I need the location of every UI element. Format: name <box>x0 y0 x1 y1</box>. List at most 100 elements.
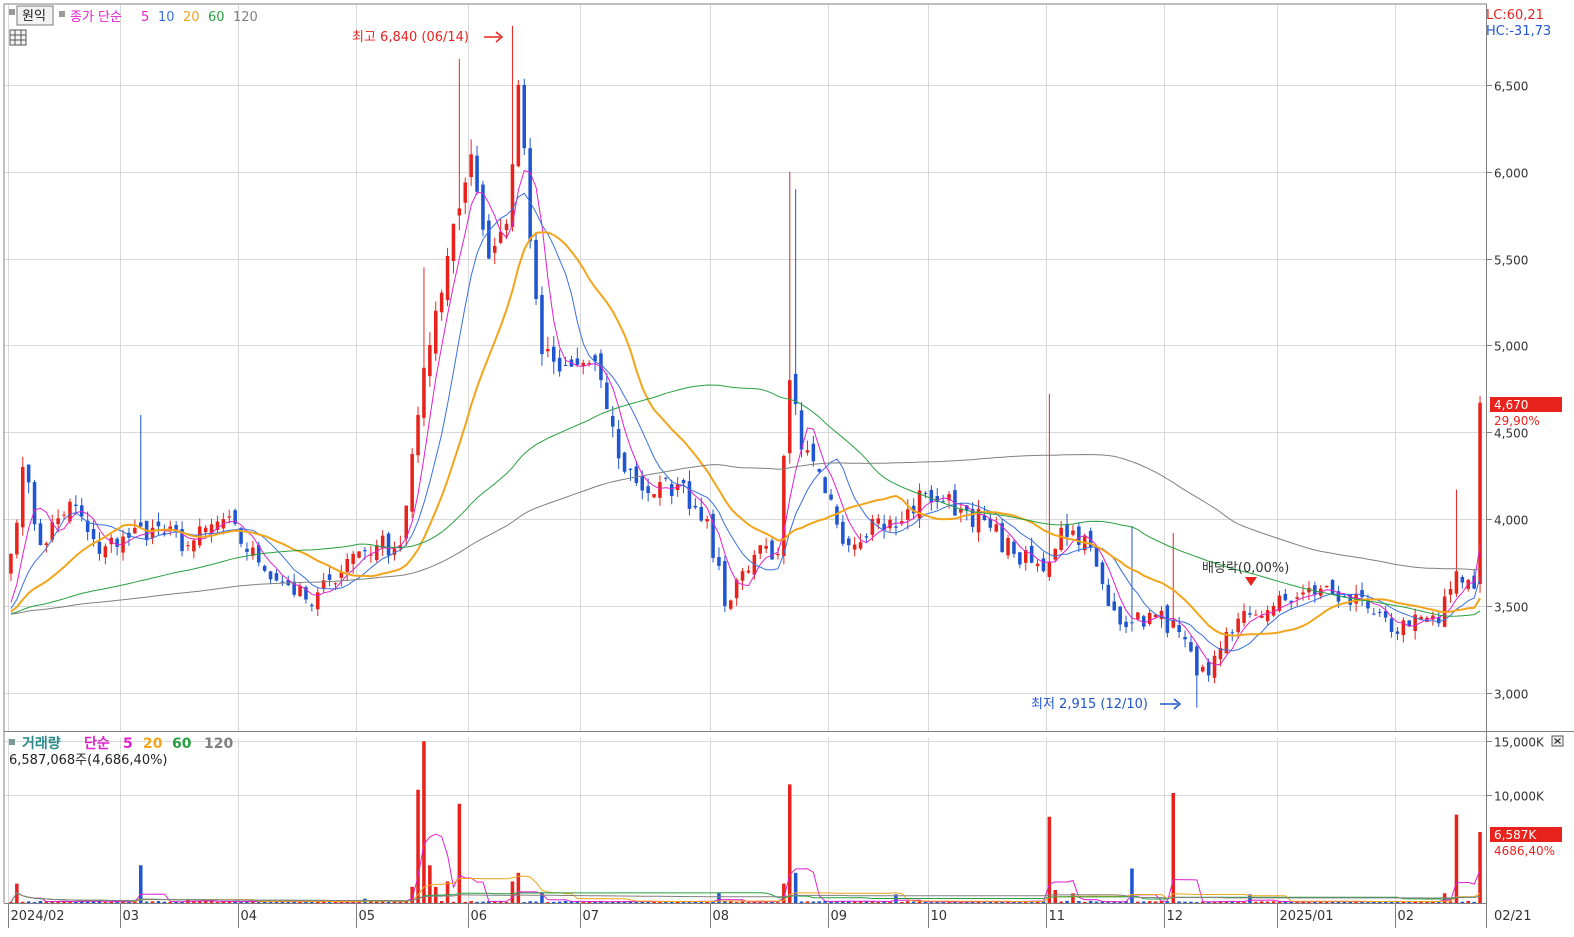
candle-body <box>994 524 999 532</box>
date-tick-label: 11 <box>1049 909 1066 924</box>
candle-body <box>103 546 108 558</box>
low-annotation-label: 최저 2,915 (12/10) <box>1031 697 1148 712</box>
candle-body <box>516 84 521 167</box>
candle-body <box>640 476 645 491</box>
candle-body <box>1189 642 1193 652</box>
volume-bar <box>457 803 462 903</box>
candle-body <box>351 553 355 564</box>
candle-body <box>203 527 208 533</box>
volume-bar <box>905 901 910 903</box>
candle-body <box>386 533 391 556</box>
volume-bar <box>268 902 273 904</box>
ma-period-5[interactable]: 5 <box>141 10 149 25</box>
ma-period-120[interactable]: 120 <box>233 10 258 25</box>
volume-bar <box>917 901 922 903</box>
candle-body <box>823 477 827 494</box>
volume-bar <box>669 902 674 904</box>
date-tick-label: 09 <box>831 909 848 924</box>
candle-body <box>770 540 774 560</box>
last-price-value: 4,670 <box>1494 398 1528 412</box>
candle-body <box>1183 636 1187 640</box>
volume-title[interactable]: 거래량 <box>22 736 61 752</box>
candle-body <box>1448 588 1453 595</box>
price-ma-label[interactable]: 종가 단순 <box>70 10 122 25</box>
candle-body <box>1136 612 1140 620</box>
candle-body <box>481 184 485 230</box>
candle-body <box>1147 612 1152 625</box>
volume-bar <box>1082 901 1087 903</box>
candle-body <box>522 84 527 149</box>
volume-bar <box>504 901 509 903</box>
volume-bar <box>1366 902 1370 904</box>
volume-bar <box>557 901 562 903</box>
candle-body <box>262 565 267 571</box>
grid-table-icon[interactable] <box>9 29 27 46</box>
volume-bar <box>1401 902 1406 904</box>
date-tick-label: 2024/02 <box>11 909 65 924</box>
ma-period-20[interactable]: 20 <box>183 10 200 25</box>
volume-bar <box>1448 901 1453 903</box>
volume-bar <box>1177 901 1181 903</box>
volume-bar <box>451 901 456 903</box>
candle-body <box>723 561 727 606</box>
volume-close-button[interactable] <box>1551 735 1564 747</box>
candle-body <box>557 357 562 372</box>
volume-ma-period-20[interactable]: 20 <box>143 736 163 752</box>
stock-chart[interactable]: 3,000 3,500 4,000 4,500 5,000 5,500 6,000 6,500… <box>0 0 1574 933</box>
candle-body <box>858 542 863 549</box>
candle-body <box>805 450 810 453</box>
candle-body <box>62 514 66 516</box>
volume-bar <box>994 902 999 904</box>
candle-body <box>15 522 19 555</box>
candle-body <box>652 494 656 498</box>
last-volume-value: 6,587K <box>1494 828 1537 842</box>
volume-bar <box>439 901 444 903</box>
volume-bar <box>422 741 426 903</box>
candle-body <box>817 468 822 472</box>
candle-body <box>551 346 556 362</box>
candle-body <box>1212 655 1217 678</box>
candle-body <box>1295 597 1299 599</box>
volume-bar <box>9 902 13 904</box>
candle-body <box>487 220 491 259</box>
candle-body <box>156 521 161 527</box>
candle-body <box>669 484 674 497</box>
candle-body <box>693 505 698 508</box>
candle-body <box>245 548 249 552</box>
candle-body <box>298 586 302 597</box>
candle-body <box>1041 558 1046 572</box>
candle-body <box>1047 562 1052 577</box>
volume-bar <box>793 872 798 903</box>
volume-ma-period-120[interactable]: 120 <box>204 736 233 752</box>
date-tick-label: 04 <box>241 909 258 924</box>
candle-body <box>776 553 780 556</box>
high-annotation-label: 최고 6,840 (06/14) <box>352 30 469 45</box>
candle-body <box>492 245 497 253</box>
candle-body <box>1130 622 1134 624</box>
candle-body <box>905 509 910 520</box>
candle-body <box>74 504 78 506</box>
candle-body <box>310 604 314 606</box>
candle-body <box>475 155 479 192</box>
volume-bar <box>1065 900 1069 903</box>
volume-ma-period-60[interactable]: 60 <box>172 736 192 752</box>
volume-tick-label: 15,000K <box>1494 736 1545 750</box>
candle-body <box>26 464 31 483</box>
volume-bar <box>546 902 550 904</box>
candle-body <box>1124 621 1128 628</box>
volume-bar <box>534 901 538 903</box>
volume-bar <box>522 902 527 904</box>
volume-bar <box>1106 902 1111 904</box>
candle-body <box>186 545 190 547</box>
volume-bar <box>528 901 532 903</box>
volume-bar <box>168 901 173 903</box>
volume-bar <box>787 784 792 903</box>
date-tick-label: 06 <box>471 909 488 924</box>
ma-period-10[interactable]: 10 <box>158 10 175 25</box>
candle-body <box>56 518 60 525</box>
candle-body <box>575 358 580 365</box>
volume-ma-period-5[interactable]: 5 <box>123 736 133 752</box>
ma-period-60[interactable]: 60 <box>208 10 225 25</box>
volume-ma-label[interactable]: 단순 <box>84 735 110 752</box>
candle-body <box>528 148 532 242</box>
